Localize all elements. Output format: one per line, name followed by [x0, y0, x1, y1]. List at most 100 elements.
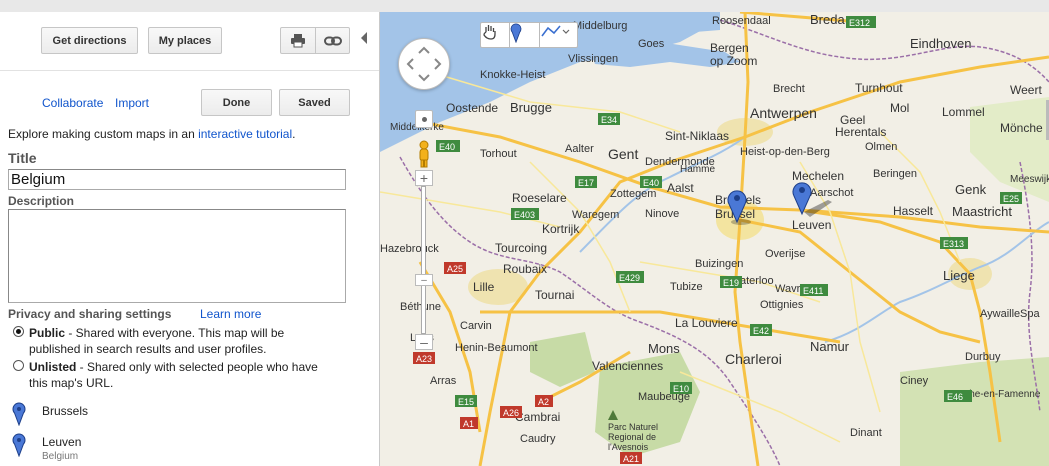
map-canvas[interactable]: Roosendaal Breda Eindhoven Middelburg Go… [380, 12, 1049, 466]
city-monche: Mönche [1000, 121, 1043, 135]
shield-a1: A1 [463, 419, 474, 429]
city-heist: Heist-op-den-Berg [740, 146, 830, 158]
zoom-slider-handle[interactable]: – [415, 274, 433, 286]
learn-more-link[interactable]: Learn more [200, 307, 261, 321]
link-icon [323, 36, 342, 45]
intro-text: Explore making custom maps in an interac… [8, 127, 295, 141]
collapse-panel-icon[interactable] [361, 32, 367, 44]
city-liege: Liege [943, 268, 975, 283]
city-herentals: Herentals [835, 125, 886, 139]
placemark-tool-button[interactable] [510, 22, 540, 48]
place-brussels[interactable]: Brussels [42, 404, 88, 418]
highway-e42 [480, 310, 841, 344]
city-mol: Mol [890, 101, 909, 115]
border-nl [719, 19, 1049, 83]
hand-tool-button[interactable] [480, 22, 510, 48]
shield-e15: E15 [458, 397, 474, 407]
city-maastricht: Maastricht [952, 204, 1012, 219]
city-meeswijk: Meeswijk [1010, 174, 1049, 185]
pan-control[interactable] [398, 38, 450, 90]
line-tool-button[interactable] [540, 22, 578, 48]
intro-suffix: . [292, 127, 296, 141]
city-mechelen: Mechelen [792, 169, 844, 183]
city-beringen: Beringen [873, 168, 917, 180]
description-input[interactable] [8, 209, 346, 303]
leuven-pin-icon[interactable] [12, 433, 26, 457]
city-arras: Arras [430, 375, 457, 387]
city-ottignies: Ottignies [760, 299, 804, 311]
title-input[interactable] [8, 169, 346, 190]
forest-ardennes [900, 357, 1049, 466]
pan-arrows-icon[interactable] [399, 39, 449, 89]
city-buizingen: Buizingen [695, 258, 743, 270]
city-zottegem: Zottegem [610, 188, 656, 200]
city-dinant: Dinant [850, 427, 882, 439]
place-leuven[interactable]: Leuven [42, 435, 81, 449]
place-leuven-sub: Belgium [42, 451, 79, 462]
reset-view-button[interactable] [415, 110, 433, 128]
city-roeselare: Roeselare [512, 191, 567, 205]
shield-e34: E34 [601, 115, 617, 125]
import-link[interactable]: Import [115, 96, 149, 110]
placemark-icon [510, 23, 522, 43]
park-line-3: l'Avesnois [608, 442, 649, 452]
zoom-out-button[interactable]: – [415, 334, 433, 350]
public-desc-2: published in search results and user pro… [29, 342, 267, 356]
city-tubize: Tubize [670, 281, 703, 293]
city-oostende: Oostende [446, 101, 498, 115]
shield-e411: E411 [803, 286, 823, 296]
city-goes: Goes [638, 38, 665, 50]
pegman-icon[interactable] [415, 140, 433, 168]
hand-icon [483, 25, 496, 40]
print-button[interactable] [280, 27, 316, 54]
zoom-control: + – – [415, 110, 433, 352]
zoom-in-button[interactable]: + [415, 170, 433, 186]
shield-e42: E42 [753, 326, 769, 336]
city-tourcoing: Tourcoing [495, 241, 547, 255]
shield-a25: A25 [447, 264, 463, 274]
done-button[interactable]: Done [201, 89, 272, 116]
zoom-track[interactable] [421, 186, 426, 334]
shield-e17: E17 [578, 178, 594, 188]
city-kortrijk: Kortrijk [542, 222, 580, 236]
toolbar-divider [0, 70, 379, 71]
shield-a26: A26 [503, 408, 519, 418]
description-label: Description [8, 194, 75, 208]
get-directions-button[interactable]: Get directions [41, 27, 138, 54]
city-bergen: Bergen [710, 41, 749, 55]
city-knokke: Knokke-Heist [480, 69, 545, 81]
city-antwerpen: Antwerpen [750, 105, 817, 121]
my-places-button[interactable]: My places [148, 27, 222, 54]
city-olmen: Olmen [865, 141, 897, 153]
public-desc-1: - Shared with everyone. This map will be [65, 326, 285, 340]
map-layer[interactable]: Roosendaal Breda Eindhoven Middelburg Go… [380, 12, 1049, 466]
shield-e25: E25 [1003, 194, 1019, 204]
city-lommel: Lommel [942, 105, 985, 119]
shield-e429: E429 [619, 273, 640, 283]
shield-e312: E312 [849, 18, 870, 28]
shield-a2: A2 [538, 397, 549, 407]
public-radio[interactable] [13, 326, 24, 337]
shield-e40b: E40 [643, 178, 659, 188]
city-aarschot: Aarschot [810, 187, 853, 199]
brussels-pin-icon[interactable] [12, 402, 26, 426]
tutorial-link[interactable]: interactive tutorial [198, 127, 292, 141]
park-line-2: Regional de [608, 432, 656, 442]
city-weert: Weert [1010, 83, 1042, 97]
city-roubaix: Roubaix [503, 262, 547, 276]
city-caudry: Caudry [520, 433, 556, 445]
unlisted-radio[interactable] [13, 360, 24, 371]
saved-button[interactable]: Saved [279, 89, 350, 116]
city-genk: Genk [955, 182, 987, 197]
city-tournai: Tournai [535, 288, 574, 302]
city-waregem: Waregem [572, 209, 619, 221]
intro-prefix: Explore making custom maps in an [8, 127, 199, 141]
shield-e46: E46 [947, 392, 963, 402]
collaborate-link[interactable]: Collaborate [42, 96, 103, 110]
shield-e40: E40 [439, 142, 455, 152]
link-button[interactable] [315, 27, 350, 54]
city-roosendaal: Roosendaal [712, 15, 771, 27]
city-torhout: Torhout [480, 148, 517, 160]
shield-a23: A23 [416, 354, 432, 364]
unlisted-option: Unlisted - Shared only with selected peo… [29, 359, 369, 391]
